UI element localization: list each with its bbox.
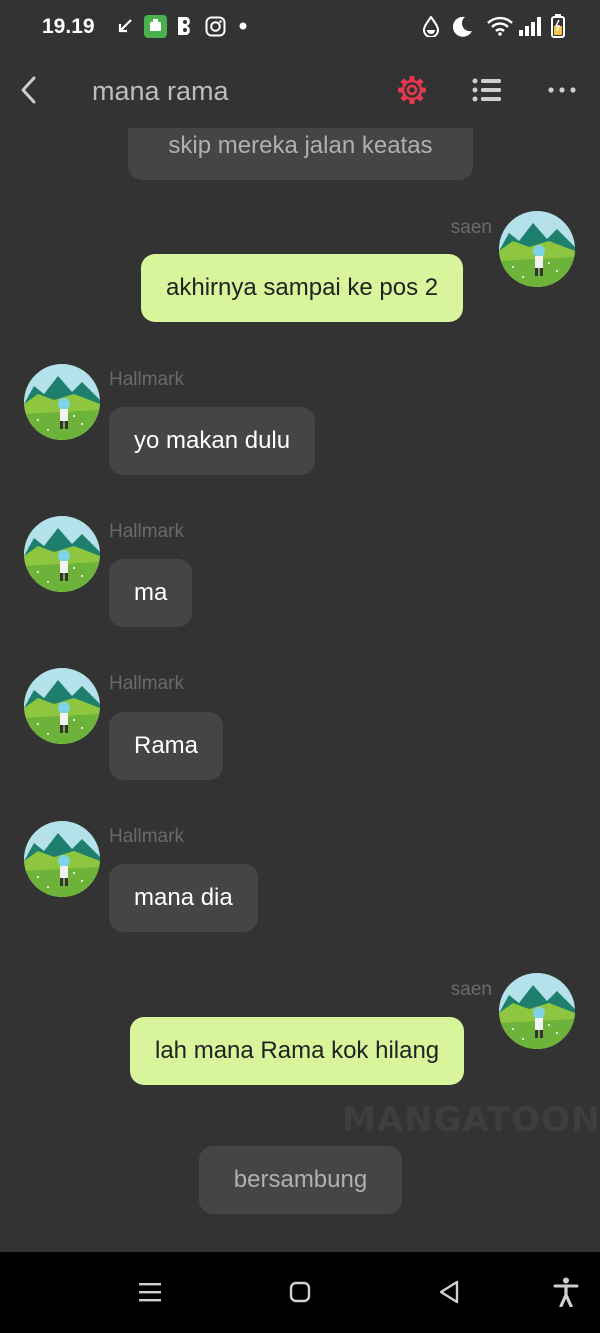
sender-name: saen: [450, 979, 492, 1000]
gear-icon: [398, 76, 426, 104]
wifi-icon: [486, 12, 514, 40]
chat-messages: skip mereka jalan keatas saen akhirnya s…: [0, 128, 600, 1252]
narration-bubble: skip mereka jalan keatas: [128, 128, 473, 180]
dot-icon: [236, 12, 250, 40]
missed-call-arrow-icon: [114, 12, 136, 40]
incoming-message-bubble: Rama: [109, 712, 224, 780]
sender-name: Hallmark: [109, 369, 184, 390]
accessibility-button[interactable]: [546, 1272, 586, 1312]
instagram-icon: [203, 12, 227, 40]
incoming-message-bubble: mana dia: [109, 864, 258, 932]
avatar[interactable]: [499, 211, 575, 287]
back-nav-button[interactable]: [429, 1272, 469, 1312]
status-bar: 19.19: [0, 0, 600, 56]
status-time: 19.19: [42, 15, 95, 38]
chat-header: mana rama: [0, 56, 600, 128]
watermark: MANGATOON: [342, 1100, 600, 1140]
message-text: Rama: [134, 732, 199, 759]
sender-name: Hallmark: [109, 673, 184, 694]
back-button[interactable]: [14, 72, 46, 108]
app-notification-icon: [173, 12, 195, 40]
avatar[interactable]: [24, 668, 100, 744]
more-options-button[interactable]: [542, 70, 582, 110]
message-text: bersambung: [233, 1166, 368, 1193]
message-text: mana dia: [134, 884, 233, 911]
list-button[interactable]: [467, 70, 507, 110]
page-title: mana rama: [92, 76, 229, 106]
home-button[interactable]: [280, 1272, 320, 1312]
avatar[interactable]: [24, 364, 100, 440]
sender-name: Hallmark: [109, 826, 184, 847]
message-text: lah mana Rama kok hilang: [155, 1037, 440, 1064]
back-icon: [439, 1280, 459, 1304]
app-notification-icon: [143, 12, 167, 40]
incoming-message-bubble: yo makan dulu: [109, 407, 316, 475]
battery-icon: [548, 12, 568, 40]
outgoing-message-bubble: lah mana Rama kok hilang: [130, 1017, 465, 1085]
menu-button[interactable]: [130, 1272, 170, 1312]
message-text: ma: [134, 579, 168, 606]
navigation-bar: [0, 1252, 600, 1333]
moon-icon: [450, 12, 474, 40]
chevron-left-icon: [21, 76, 36, 104]
message-text: skip mereka jalan keatas: [168, 132, 433, 159]
signal-icon: [517, 12, 545, 40]
sender-name: saen: [450, 217, 492, 238]
water-drop-icon: [420, 12, 442, 40]
list-icon: [472, 78, 501, 102]
more-horizontal-icon: [548, 87, 576, 93]
home-icon: [289, 1281, 311, 1303]
narration-bubble: bersambung: [199, 1146, 402, 1214]
accessibility-icon: [553, 1277, 579, 1307]
menu-icon: [139, 1283, 161, 1302]
incoming-message-bubble: ma: [109, 559, 193, 627]
avatar[interactable]: [499, 973, 575, 1049]
outgoing-message-bubble: akhirnya sampai ke pos 2: [141, 254, 464, 322]
settings-button[interactable]: [392, 70, 432, 110]
sender-name: Hallmark: [109, 521, 184, 542]
message-text: akhirnya sampai ke pos 2: [166, 274, 439, 301]
message-text: yo makan dulu: [134, 427, 291, 454]
avatar[interactable]: [24, 516, 100, 592]
avatar[interactable]: [24, 821, 100, 897]
